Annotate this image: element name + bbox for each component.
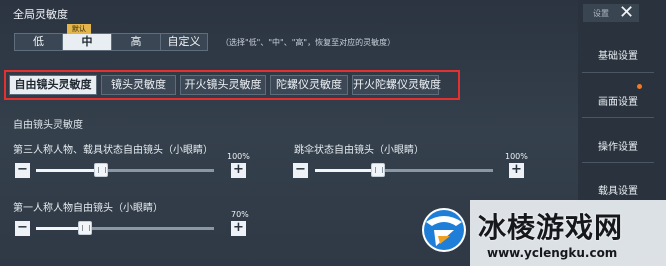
sidebar-item-basic[interactable]: 基础设置	[578, 47, 658, 62]
slider-percent-third-person: 100%	[227, 152, 250, 161]
slider-handle[interactable]	[94, 163, 108, 177]
slider-label-third-person: 第三人称人物、载具状态自由镜头（小眼睛）	[13, 145, 213, 156]
slider-handle[interactable]	[78, 221, 92, 235]
slider-fill	[36, 169, 102, 172]
watermark-logo-icon	[422, 208, 466, 252]
sidebar-divider	[582, 162, 654, 163]
slider-track-first-person[interactable]	[36, 221, 214, 235]
increase-button[interactable]: +	[509, 163, 524, 178]
tab-fire-camera[interactable]: 开火镜头灵敏度	[180, 75, 266, 95]
section-title: 自由镜头灵敏度	[13, 120, 83, 131]
watermark-text: 冰棱游戏网	[478, 211, 624, 244]
decrease-button[interactable]: −	[15, 163, 30, 178]
sidebar-item-graphics[interactable]: 画面设置	[578, 93, 658, 108]
level-low-button[interactable]: 低	[14, 33, 63, 51]
level-hint-text: （选择"低"、"中"、"高"，恢复至对应的灵敏度）	[221, 38, 396, 47]
tab-gyroscope[interactable]: 陀螺仪灵敏度	[270, 75, 348, 95]
slider-label-parachute: 跳伞状态自由镜头（小眼睛）	[294, 145, 424, 156]
increase-button[interactable]: +	[231, 221, 246, 236]
close-icon[interactable]: ✕	[619, 2, 634, 23]
level-medium-button[interactable]: 中	[63, 33, 112, 51]
slider-percent-first-person: 70%	[231, 210, 249, 219]
slider-fill	[315, 169, 379, 172]
sidebar-item-vehicle[interactable]: 载具设置	[578, 182, 658, 197]
slider-track-third-person[interactable]	[36, 163, 214, 177]
slider-track-parachute[interactable]	[315, 163, 493, 177]
decrease-button[interactable]: −	[15, 221, 30, 236]
decrease-button[interactable]: −	[293, 163, 308, 178]
increase-button[interactable]: +	[231, 163, 246, 178]
notification-dot	[637, 84, 642, 89]
sidebar-item-controls[interactable]: 操作设置	[578, 138, 658, 153]
tab-fire-gyroscope[interactable]: 开火陀螺仪灵敏度	[352, 75, 441, 95]
slider-label-first-person: 第一人称人物自由镜头（小眼睛）	[13, 203, 163, 214]
slider-percent-parachute: 100%	[505, 152, 528, 161]
tab-camera[interactable]: 镜头灵敏度	[101, 75, 176, 95]
global-sensitivity-title: 全局灵敏度	[13, 8, 68, 21]
sensitivity-level-selector: 低 中 高 自定义	[14, 33, 208, 51]
sidebar-header-label: 设置	[593, 9, 609, 18]
tab-free-camera[interactable]: 自由镜头灵敏度	[9, 75, 97, 95]
sidebar-divider	[582, 72, 654, 73]
level-high-button[interactable]: 高	[112, 33, 161, 51]
sidebar-divider	[582, 117, 654, 118]
watermark-url: www.yclengku.com	[487, 246, 618, 260]
default-badge: 默认	[67, 24, 91, 34]
sensitivity-tabs: 自由镜头灵敏度 镜头灵敏度 开火镜头灵敏度 陀螺仪灵敏度 开火陀螺仪灵敏度	[9, 75, 441, 95]
slider-fill	[36, 227, 82, 230]
slider-handle[interactable]	[371, 163, 385, 177]
level-custom-button[interactable]: 自定义	[161, 33, 208, 51]
